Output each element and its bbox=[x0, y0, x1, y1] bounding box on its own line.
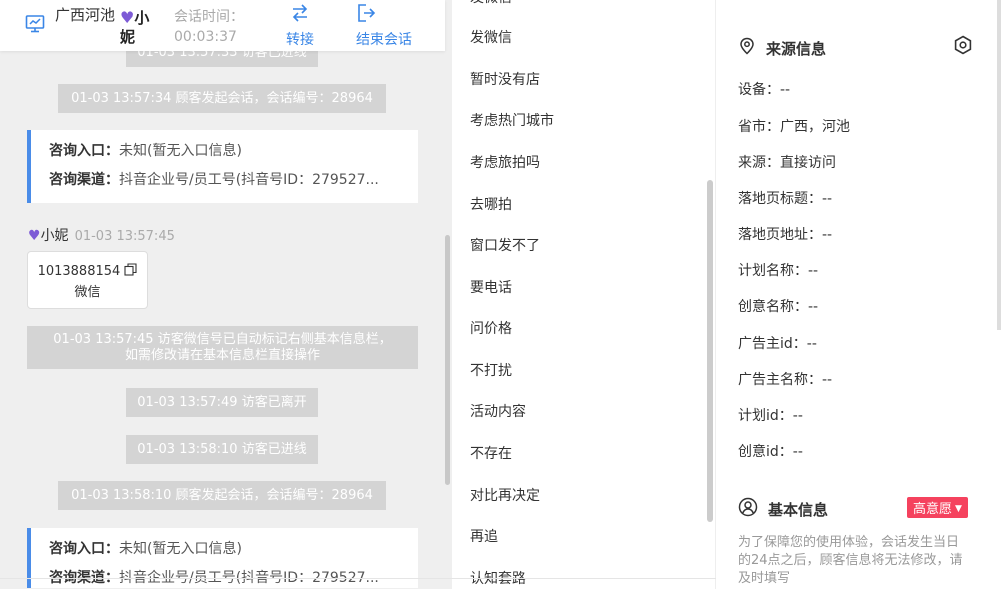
basic-info-hint: 为了保障您的使用体验，会话发生当日的24点之后，顾客信息将无法修改，请及时填写 bbox=[738, 535, 963, 586]
quick-reply-item[interactable]: 不打扰 bbox=[470, 360, 512, 380]
computer-icon bbox=[25, 14, 45, 38]
source-row-landing-title: 落地页标题：-- bbox=[738, 191, 833, 207]
chat-header: 广西河池 ♥小妮 会话时间： 00:03:37 转接 结束会话 bbox=[0, 0, 445, 51]
system-message: 01-03 13:58:10 顾客发起会话，会话编号：28964 bbox=[58, 481, 386, 510]
visitor-location: 广西河池 bbox=[55, 6, 116, 24]
quick-reply-item[interactable]: 暂时没有店 bbox=[470, 69, 540, 89]
quick-reply-scrollbar[interactable] bbox=[707, 180, 713, 522]
chat-panel: 广西河池 ♥小妮 会话时间： 00:03:37 转接 结束会话 01-03 13… bbox=[0, 0, 452, 589]
source-row-advertiser-id: 广告主id：-- bbox=[738, 336, 817, 352]
end-session-button[interactable]: 结束会话 bbox=[356, 3, 412, 49]
consult-info-card: 咨询入口：未知(暂无入口信息) 咨询渠道：抖音企业号/员工号(抖音号ID：279… bbox=[27, 528, 418, 588]
user-circle-icon bbox=[738, 497, 758, 521]
divider bbox=[0, 578, 716, 579]
info-panel: 来源信息 设备：-- 省市：广西，河池 来源：直接访问 落地页标题：-- 落地页… bbox=[716, 0, 1001, 589]
source-row-province: 省市：广西，河池 bbox=[738, 119, 850, 135]
quick-reply-item[interactable]: 去哪拍 bbox=[470, 194, 512, 214]
quick-reply-item[interactable]: 发微信 bbox=[470, 0, 512, 7]
system-message: 01-03 13:57:49 访客已离开 bbox=[126, 388, 318, 417]
chat-scrollbar[interactable] bbox=[445, 235, 450, 485]
transfer-button[interactable]: 转接 bbox=[286, 3, 314, 49]
agent-message-header: ♥小妮 01-03 13:57:45 bbox=[28, 228, 175, 244]
quick-reply-item[interactable]: 问价格 bbox=[470, 318, 512, 338]
app-root: 广西河池 ♥小妮 会话时间： 00:03:37 转接 结束会话 01-03 13… bbox=[0, 0, 1001, 589]
quick-reply-item[interactable]: 窗口发不了 bbox=[470, 235, 540, 255]
basic-info-title: 基本信息 bbox=[738, 497, 828, 521]
agent-name: ♥小妮 bbox=[120, 8, 150, 46]
source-row-advertiser-name: 广告主名称：-- bbox=[738, 372, 833, 388]
heart-icon: ♥ bbox=[120, 8, 135, 27]
source-row-plan-id: 计划id：-- bbox=[738, 408, 803, 424]
caret-down-icon: ▼ bbox=[955, 504, 962, 514]
system-message: 01-03 13:57:45 访客微信号已自动标记右侧基本信息栏， 如需修改请在… bbox=[27, 326, 418, 369]
wechat-card[interactable]: 1013888154 微信 bbox=[27, 251, 148, 309]
quick-reply-item[interactable]: 考虑旅拍吗 bbox=[470, 152, 540, 172]
settings-icon[interactable] bbox=[953, 35, 973, 59]
source-info-title: 来源信息 bbox=[738, 37, 826, 59]
consult-info-card: 咨询入口：未知(暂无入口信息) 咨询渠道：抖音企业号/员工号(抖音号ID：279… bbox=[27, 130, 418, 203]
intent-tag-dropdown[interactable]: 高意愿 ▼ bbox=[907, 497, 968, 518]
source-row-source: 来源：直接访问 bbox=[738, 155, 836, 171]
transfer-icon bbox=[286, 3, 314, 27]
source-row-creative-name: 创意名称：-- bbox=[738, 299, 819, 315]
heart-icon: ♥ bbox=[28, 228, 41, 244]
exit-icon bbox=[356, 3, 412, 27]
session-time-value: 00:03:37 bbox=[174, 29, 237, 45]
quick-reply-item[interactable]: 活动内容 bbox=[470, 401, 526, 421]
system-message: 01-03 13:57:34 顾客发起会话，会话编号：28964 bbox=[58, 84, 386, 113]
quick-reply-item[interactable]: 考虑热门城市 bbox=[470, 110, 554, 130]
quick-reply-item[interactable]: 不存在 bbox=[470, 443, 512, 463]
quick-reply-list: 发微信 发微信 暂时没有店 考虑热门城市 考虑旅拍吗 去哪拍 窗口发不了 要电话… bbox=[452, 0, 716, 589]
wechat-number: 1013888154 bbox=[37, 264, 121, 279]
source-row-creative-id: 创意id：-- bbox=[738, 444, 803, 460]
quick-reply-item[interactable]: 发微信 bbox=[470, 27, 512, 47]
info-panel-scrollbar[interactable] bbox=[997, 0, 1001, 330]
source-row-landing-url: 落地页地址：-- bbox=[738, 227, 833, 243]
copy-icon[interactable] bbox=[120, 263, 137, 279]
location-pin-icon bbox=[738, 37, 756, 59]
quick-reply-item[interactable]: 再追 bbox=[470, 526, 498, 546]
session-time-label: 会话时间： bbox=[174, 9, 244, 25]
wechat-label: 微信 bbox=[74, 285, 101, 300]
source-row-plan-name: 计划名称：-- bbox=[738, 263, 819, 279]
source-row-device: 设备：-- bbox=[738, 82, 791, 98]
quick-reply-item[interactable]: 要电话 bbox=[470, 277, 512, 297]
quick-reply-item[interactable]: 对比再决定 bbox=[470, 485, 540, 505]
system-message: 01-03 13:58:10 访客已进线 bbox=[126, 435, 318, 464]
